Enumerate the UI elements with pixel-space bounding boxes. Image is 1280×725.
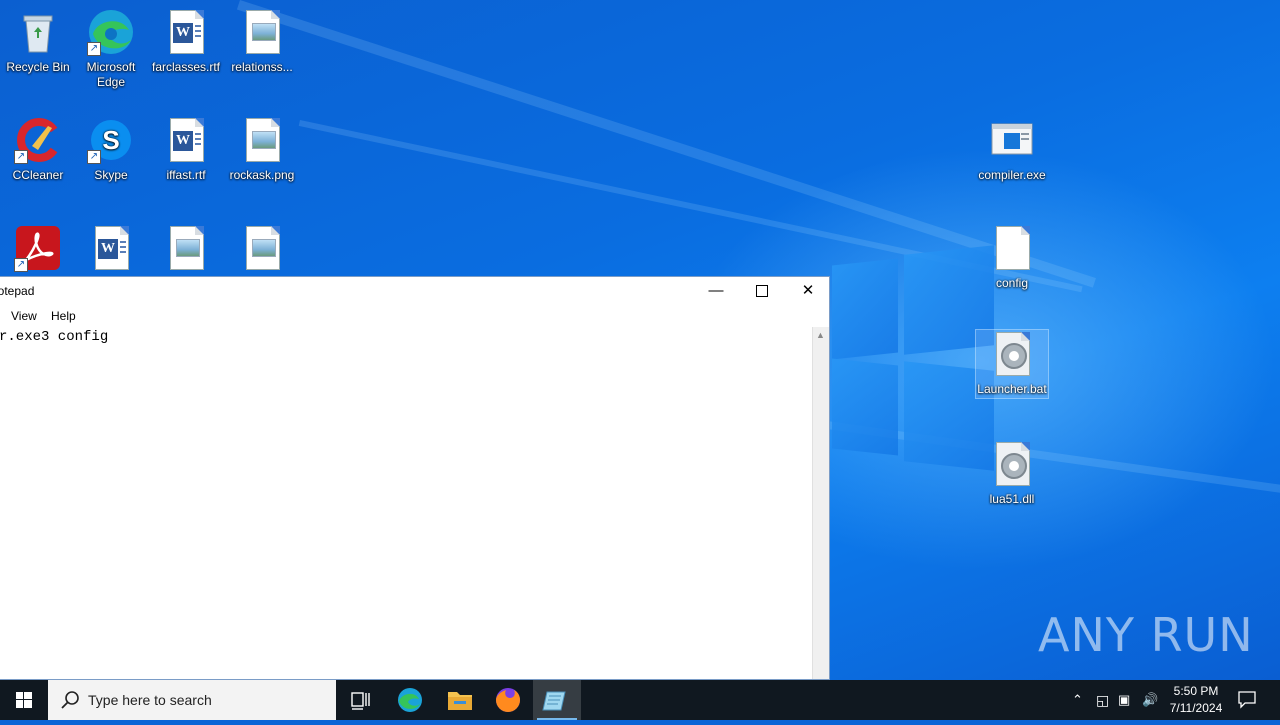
search-icon	[61, 691, 79, 709]
taskbar-file-explorer-button[interactable]	[436, 680, 484, 720]
shortcut-arrow-icon: ↗	[14, 150, 28, 164]
network-adapter-icon[interactable]: ◱	[1096, 692, 1109, 709]
desktop-icon-launcher-bat[interactable]: Launcher.bat	[975, 329, 1049, 399]
action-center-button[interactable]	[1236, 688, 1258, 710]
desktop-icon-label: relationss...	[231, 60, 293, 74]
notepad-text-area[interactable]: r.exe3 config	[0, 327, 813, 679]
image-file-icon	[162, 224, 210, 272]
desktop-icon-recycle-bin[interactable]: Recycle Bin	[0, 8, 76, 75]
maximize-icon	[756, 285, 768, 298]
desktop: Recycle Bin ↗ Microsoft Edge W farclasse…	[0, 0, 1280, 680]
firefox-icon	[496, 688, 520, 712]
task-view-button[interactable]	[336, 680, 384, 720]
blank-file-icon	[988, 224, 1036, 272]
word-document-icon: W	[162, 8, 210, 56]
dll-gear-icon	[988, 440, 1036, 488]
close-button[interactable]: ✕	[785, 277, 831, 305]
desktop-icon-label: farclasses.rtf	[151, 60, 220, 74]
close-icon: ✕	[801, 282, 815, 299]
image-file-icon	[238, 224, 286, 272]
task-view-icon	[351, 692, 370, 710]
desktop-icon-rockask-png[interactable]: rockask.png	[224, 116, 300, 183]
desktop-icon-farclasses-rtf[interactable]: W farclasses.rtf	[148, 8, 224, 75]
word-document-icon: W	[87, 224, 135, 272]
desktop-icon-image-file[interactable]	[224, 224, 300, 276]
desktop-icon-label: lua51.dll	[989, 492, 1035, 506]
desktop-icon-label: iffast.rtf	[166, 168, 206, 182]
maximize-button[interactable]	[739, 277, 785, 305]
edge-icon: ↗	[87, 8, 135, 56]
desktop-icon-label: CCleaner	[12, 168, 64, 182]
taskbar-firefox-button[interactable]	[484, 680, 532, 720]
wallpaper-beam	[236, 0, 1096, 288]
executable-icon	[988, 116, 1036, 164]
ccleaner-icon: ↗	[14, 116, 62, 164]
folder-icon	[448, 692, 472, 710]
desktop-icon-lua51-dll[interactable]: lua51.dll	[974, 440, 1050, 507]
vertical-scrollbar[interactable]: ▲	[812, 327, 829, 679]
image-file-icon	[238, 116, 286, 164]
word-document-icon: W	[162, 116, 210, 164]
taskbar: Type here to search ⌃ ◱ ▣ 🔊 5:50 PM 7/11…	[0, 680, 1280, 720]
desktop-icon-microsoft-edge[interactable]: ↗ Microsoft Edge	[73, 8, 149, 90]
desktop-icon-relationss[interactable]: relationss...	[224, 8, 300, 75]
desktop-icon-label: Launcher.bat	[977, 382, 1047, 396]
desktop-icon-label: Microsoft Edge	[86, 60, 136, 89]
start-button[interactable]	[0, 680, 48, 720]
desktop-icon-label: Skype	[94, 168, 128, 182]
batch-file-gear-icon	[988, 330, 1036, 378]
desktop-icon-label: config	[995, 276, 1029, 290]
recycle-bin-icon	[14, 8, 62, 56]
clock-date: 7/11/2024	[1169, 701, 1223, 715]
shortcut-arrow-icon: ↗	[14, 258, 28, 272]
shortcut-arrow-icon: ↗	[87, 150, 101, 164]
desktop-icon-word-doc[interactable]: W	[73, 224, 149, 276]
show-hidden-icons-chevron[interactable]: ⌃	[1072, 692, 1083, 708]
minimize-button[interactable]: —	[693, 277, 739, 305]
scroll-up-icon[interactable]: ▲	[816, 330, 825, 340]
image-file-icon	[238, 8, 286, 56]
wallpaper-logo-pane	[832, 358, 898, 456]
windows-logo-icon	[16, 692, 32, 708]
adobe-acrobat-icon: ↗	[14, 224, 62, 272]
desktop-icon-label: Recycle Bin	[6, 60, 70, 74]
desktop-icon-label: rockask.png	[229, 168, 295, 182]
taskbar-edge-button[interactable]	[386, 680, 434, 720]
shortcut-arrow-icon: ↗	[87, 42, 101, 56]
taskbar-search-box[interactable]: Type here to search	[48, 680, 336, 720]
anyrun-watermark: ANY RUN	[1038, 608, 1254, 662]
minimize-icon: —	[708, 282, 724, 299]
notepad-menubar: View Help	[0, 305, 829, 327]
notepad-titlebar[interactable]: Notepad — ✕	[0, 277, 829, 305]
notification-icon	[1238, 691, 1256, 709]
skype-icon: S ↗	[87, 116, 135, 164]
menu-help[interactable]: Help	[51, 309, 76, 323]
volume-icon[interactable]: 🔊	[1142, 692, 1158, 708]
taskbar-clock[interactable]: 5:50 PM 7/11/2024	[1160, 683, 1232, 717]
desktop-icon-compiler-exe[interactable]: compiler.exe	[974, 116, 1050, 183]
desktop-icon-image-file[interactable]	[148, 224, 224, 276]
svg-text:S: S	[102, 125, 119, 155]
edge-icon	[398, 688, 422, 712]
window-title: Notepad	[0, 284, 35, 298]
desktop-icon-acrobat[interactable]: ↗	[0, 224, 76, 276]
desktop-icon-config[interactable]: config	[974, 224, 1050, 291]
clock-time: 5:50 PM	[1173, 684, 1219, 698]
desktop-icon-skype[interactable]: S ↗ Skype	[73, 116, 149, 183]
notepad-window[interactable]: Notepad — ✕ View Help r.exe3 config ▲	[0, 276, 830, 680]
desktop-icon-iffast-rtf[interactable]: W iffast.rtf	[148, 116, 224, 183]
network-icon[interactable]: ▣	[1118, 692, 1130, 708]
wallpaper-logo-pane	[832, 258, 898, 360]
desktop-icon-label: compiler.exe	[978, 168, 1046, 182]
menu-view[interactable]: View	[11, 309, 37, 323]
desktop-icon-ccleaner[interactable]: ↗ CCleaner	[0, 116, 76, 183]
taskbar-notepad-button[interactable]	[533, 680, 581, 720]
search-placeholder: Type here to search	[88, 692, 212, 708]
notepad-icon	[542, 691, 566, 711]
